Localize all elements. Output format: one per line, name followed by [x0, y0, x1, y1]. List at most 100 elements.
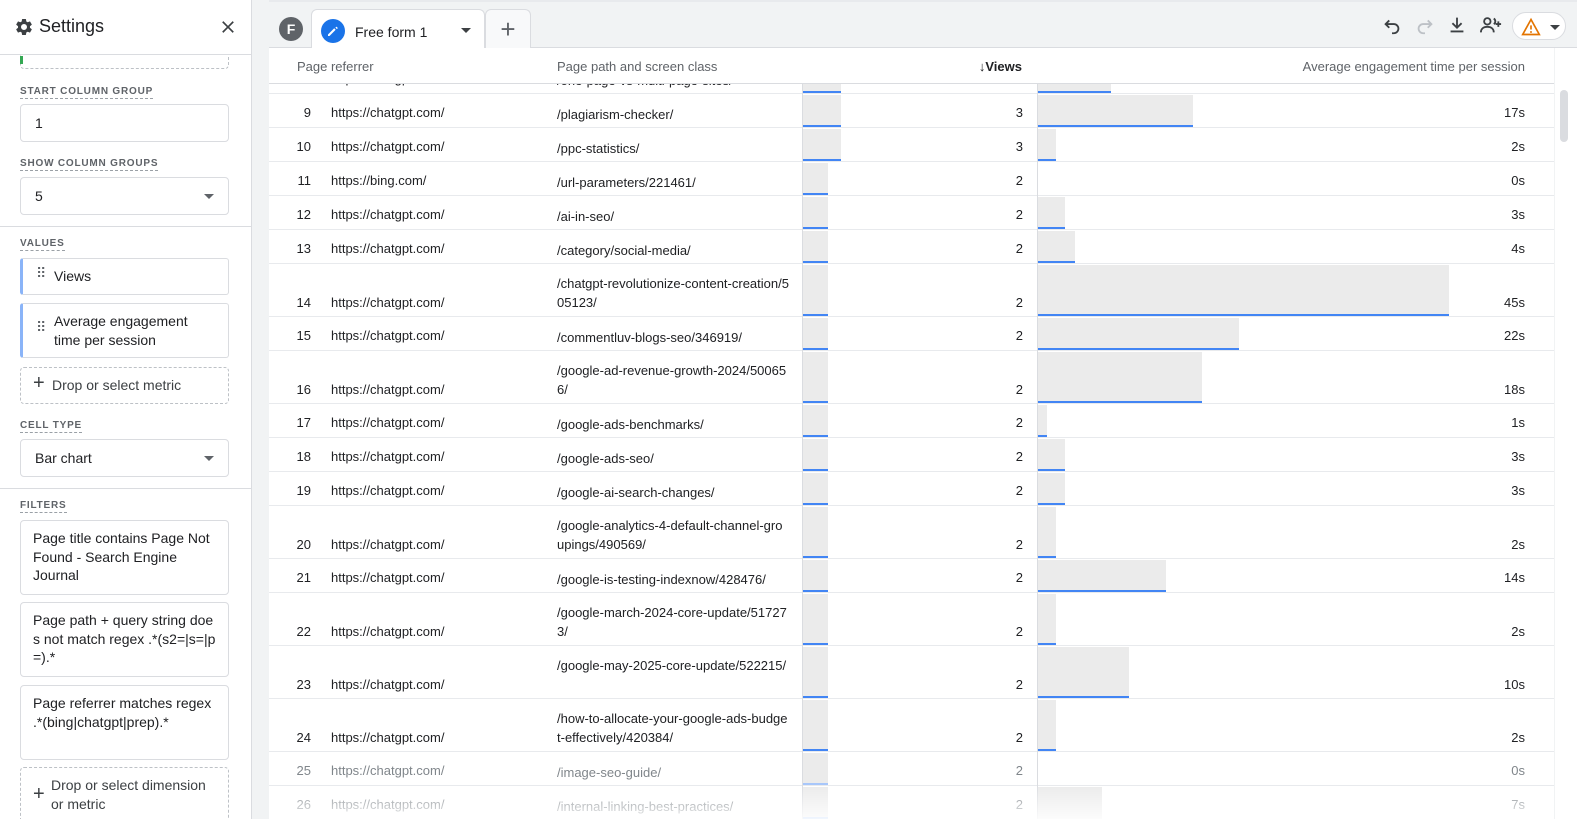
table-row[interactable]: 12 https://chatgpt.com/ /ai-in-seo/2 3s [269, 197, 1554, 230]
page-referrer-cell: https://chatgpt.com/ [331, 328, 445, 343]
show-column-groups-select[interactable]: 5 [20, 177, 229, 215]
views-cell: 2 [1015, 677, 1023, 692]
engagement-bar-line [1038, 643, 1056, 645]
download-icon[interactable] [1446, 14, 1468, 36]
views-bar [803, 560, 828, 592]
tab-free-form-1[interactable]: Free form 1 [311, 9, 485, 49]
value-chip-engagement[interactable]: ⠿ Average engagement time per session [20, 303, 229, 358]
table-row[interactable]: 25 https://chatgpt.com/ /image-seo-guide/2… [269, 753, 1554, 786]
warning-button[interactable] [1512, 12, 1566, 40]
share-icon[interactable] [1478, 14, 1504, 36]
engagement-bar-line [1038, 227, 1065, 229]
cell-type-select[interactable]: Bar chart [20, 439, 229, 477]
views-bar [803, 163, 828, 195]
filter-chip[interactable]: Page title contains Page Not Found - Sea… [20, 520, 229, 595]
engagement-bar [1038, 352, 1202, 403]
engagement-bar [1038, 700, 1056, 751]
show-column-groups-value: 5 [35, 188, 43, 204]
page-referrer-cell: https://chatgpt.com/ [331, 415, 445, 430]
undo-icon[interactable] [1381, 14, 1403, 36]
page-referrer-cell: https://chatgpt.com/ [331, 570, 445, 585]
page-path-cell: /ai-in-seo/ [557, 209, 615, 224]
table-row[interactable]: 11 https://bing.com/ /url-parameters/22146… [269, 163, 1554, 196]
start-column-group-input[interactable]: 1 [20, 104, 229, 142]
scroll-fade [269, 785, 1554, 819]
tab-label: Free form 1 [355, 24, 428, 40]
engagement-bar-line [1038, 91, 1111, 93]
engagement-cell: 14s [1504, 570, 1525, 585]
table-row[interactable]: 23 https://chatgpt.com/ /google-may-2025-c… [269, 647, 1554, 699]
page-path-cell: /google-ads-seo/ [557, 451, 654, 466]
value-chip-views[interactable]: ⠿ Views [20, 258, 229, 295]
engagement-cell: 18s [1504, 382, 1525, 397]
header-page-path[interactable]: Page path and screen class [557, 59, 717, 74]
table-row[interactable]: 10 https://chatgpt.com/ /ppc-statistics/3 2… [269, 129, 1554, 162]
table-row[interactable]: 17 https://chatgpt.com/ /google-ads-benchm… [269, 405, 1554, 438]
page-path-cell: /ppc-statistics/ [557, 141, 640, 156]
add-tab-button[interactable]: + [485, 9, 531, 48]
views-cell: 2 [1015, 570, 1023, 585]
engagement-cell: 17s [1504, 105, 1525, 120]
row-index: 21 [296, 570, 311, 585]
engagement-cell: 2s [1511, 139, 1525, 154]
views-bar-line [803, 91, 841, 93]
table-row[interactable]: 20 https://chatgpt.com/ /google-analytics-… [269, 507, 1554, 559]
drag-handle-icon[interactable]: ⠿ [36, 266, 46, 280]
views-bar [803, 507, 828, 558]
views-bar [803, 473, 828, 505]
drop-metric-button[interactable]: + Drop or select metric [20, 367, 229, 404]
views-bar-line [803, 503, 828, 505]
page-referrer-cell: https://chatgpt.com/ [331, 624, 445, 639]
filter-chip[interactable]: Page path + query string does not match … [20, 602, 229, 677]
redo-icon[interactable] [1414, 14, 1436, 36]
views-bar-line [803, 643, 828, 645]
table-row[interactable]: 18 https://chatgpt.com/ /google-ads-seo/2 3… [269, 439, 1554, 472]
engagement-cell: 1s [1511, 415, 1525, 430]
header-page-referrer[interactable]: Page referrer [297, 59, 374, 74]
views-cell: 2 [1015, 207, 1023, 222]
table-row[interactable]: 14 https://chatgpt.com/ /chatgpt-revolutio… [269, 265, 1554, 317]
page-referrer-cell: https://chatgpt.com/ [331, 763, 445, 778]
table-row[interactable]: 24 https://chatgpt.com/ /how-to-allocate-y… [269, 700, 1554, 752]
table-row[interactable]: 16 https://chatgpt.com/ /google-ad-revenue… [269, 352, 1554, 404]
chevron-down-icon [204, 456, 214, 461]
table-row[interactable]: 21 https://chatgpt.com/ /google-is-testing… [269, 560, 1554, 593]
page-path-cell: /plagiarism-checker/ [557, 107, 674, 122]
scrollbar-thumb[interactable] [1560, 90, 1568, 142]
table-row[interactable]: 15 https://chatgpt.com/ /commentluv-blogs-… [269, 318, 1554, 351]
row-index: 22 [296, 624, 311, 639]
header-engagement[interactable]: Average engagement time per session [1303, 59, 1525, 74]
engagement-bar-line [1038, 261, 1075, 263]
table-row[interactable]: 19 https://chatgpt.com/ /google-ai-search-… [269, 473, 1554, 506]
engagement-bar [1038, 405, 1047, 437]
engagement-bar [1038, 439, 1065, 471]
page-referrer-cell: https://chatgpt.com/ [331, 483, 445, 498]
chevron-down-icon [1550, 25, 1560, 30]
views-cell: 2 [1015, 415, 1023, 430]
close-icon[interactable] [218, 17, 238, 37]
row-index: 9 [303, 105, 311, 120]
page-path-cell: /google-march-2024-core-update/517273/ [557, 605, 787, 639]
chevron-down-icon[interactable] [461, 28, 471, 33]
drop-dimension-label: Drop or select dimension or metric [51, 777, 206, 812]
scrollbar[interactable] [1554, 48, 1577, 819]
exploration-avatar[interactable]: F [279, 17, 303, 41]
filter-chip[interactable]: Page referrer matches regex .*(bing|chat… [20, 685, 229, 760]
views-bar-line [803, 227, 828, 229]
drag-handle-icon[interactable]: ⠿ [36, 320, 46, 334]
header-views[interactable]: ↓Views [979, 59, 1022, 74]
drop-dimension-button[interactable]: + Drop or select dimension or metric [20, 767, 229, 819]
table-row[interactable]: 22 https://chatgpt.com/ /google-march-2024… [269, 594, 1554, 646]
value-chip-label: Views [54, 268, 92, 284]
views-bar-line [803, 348, 828, 350]
table-row[interactable]: 9 https://chatgpt.com/ /plagiarism-checker… [269, 95, 1554, 128]
page-referrer-cell: https://chatgpt.com/ [331, 449, 445, 464]
views-bar-line [803, 435, 828, 437]
page-referrer-cell: https://chatgpt.com/ [331, 295, 445, 310]
views-bar-line [803, 125, 841, 127]
views-bar-line [803, 590, 828, 592]
data-table: 8https://chatgpt.com//one-page-vs-multi-… [269, 48, 1554, 819]
views-bar-line [803, 159, 841, 161]
table-row[interactable]: 13 https://chatgpt.com/ /category/social-m… [269, 231, 1554, 264]
engagement-cell: 4s [1511, 241, 1525, 256]
